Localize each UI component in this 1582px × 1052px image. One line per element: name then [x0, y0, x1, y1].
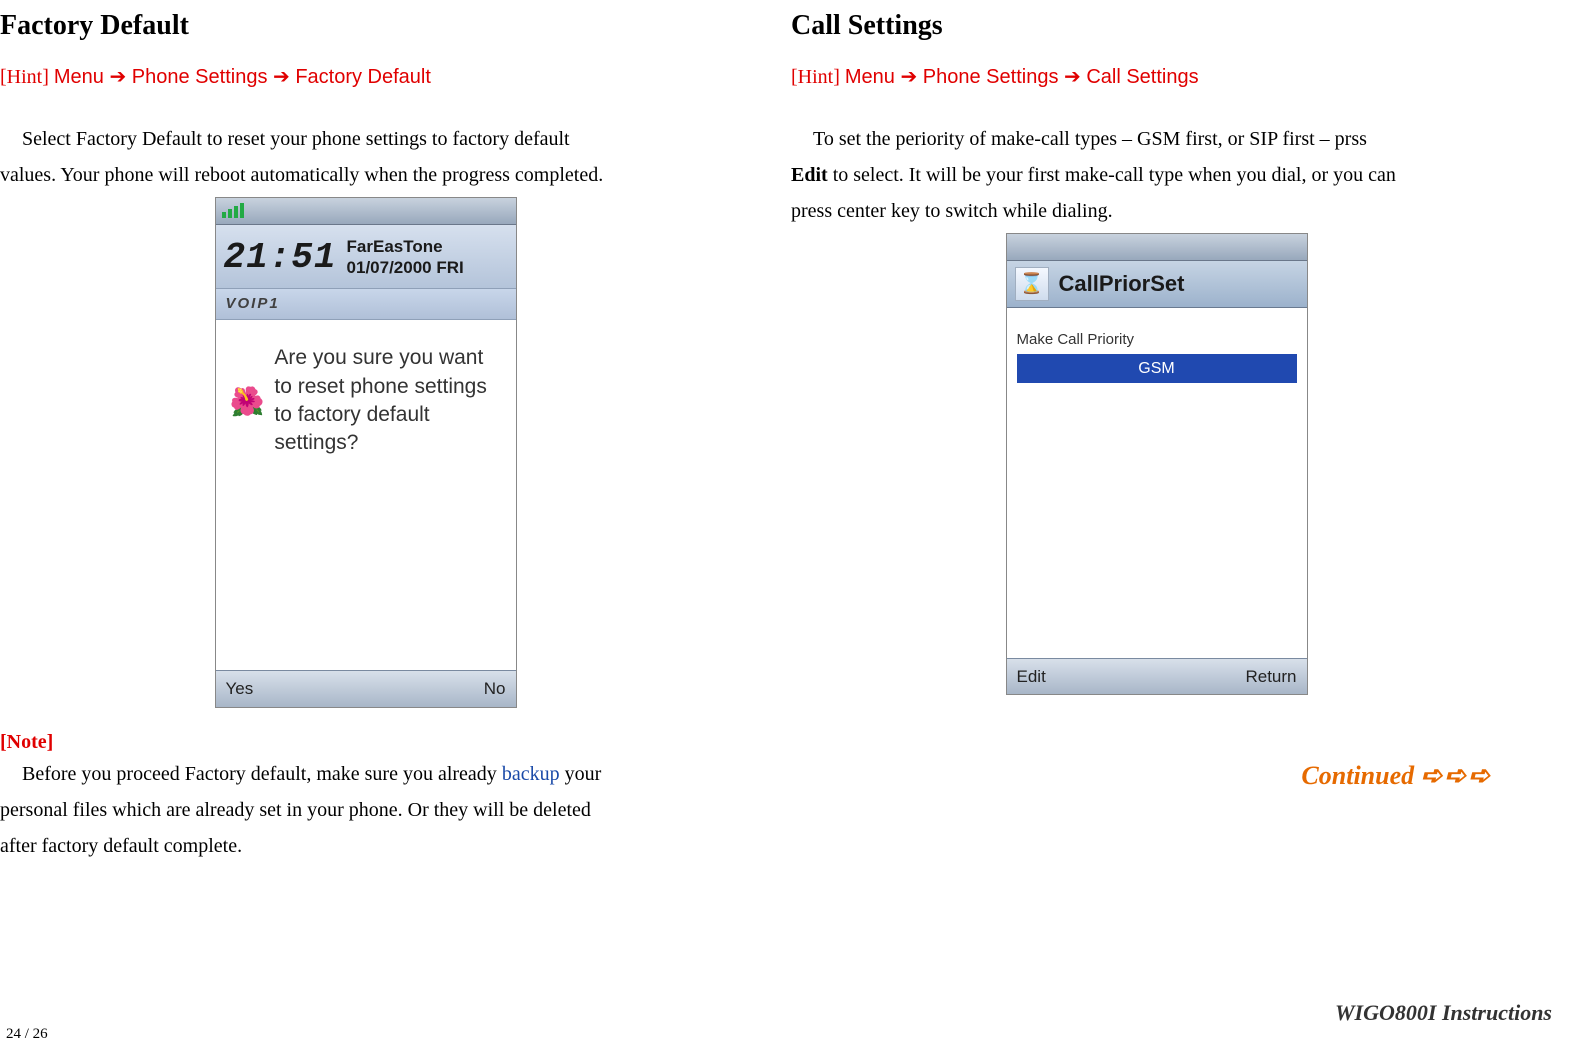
doc-title-footer: WIGO800I Instructions [1335, 995, 1552, 1030]
signal-icon [222, 203, 244, 218]
para1b-rest: to select. It will be your first make-ca… [828, 164, 1396, 186]
hourglass-icon: ⌛ [1015, 267, 1049, 301]
para-right-1b: Edit to select. It will be your first ma… [791, 159, 1522, 191]
continued-text: Continued [1301, 761, 1414, 790]
hint-prefix: [Hint] [0, 66, 54, 88]
clock-time: 21:51 [224, 229, 337, 287]
titlebar: ⌛ CallPriorSet [1007, 261, 1307, 308]
flower-icon: 🌺 [230, 380, 265, 425]
note-line3: after factory default complete. [0, 830, 731, 862]
page-number: 24 / 26 [6, 1022, 48, 1046]
para-left-1a: Select Factory Default to reset your pho… [0, 123, 731, 155]
voip-indicator: VOIP1 [216, 288, 516, 320]
confirm-prompt-text: Are you sure you want to reset phone set… [274, 344, 501, 457]
statusbar-2 [1007, 234, 1307, 261]
softkey-no[interactable]: No [484, 675, 506, 702]
continued-marker: Continued ➪➪➪ [791, 755, 1522, 797]
phone-screenshot-factory: 21:51 FarEasTone 01/07/2000 FRI VOIP1 🌺 … [215, 197, 517, 708]
softkey-return[interactable]: Return [1245, 663, 1296, 690]
phone-screenshot-callpriorset: ⌛ CallPriorSet Make Call Priority GSM Ed… [1006, 233, 1308, 695]
note-line1: Before you proceed Factory default, make… [0, 758, 731, 790]
para-right-1a: To set the periority of make-call types … [791, 123, 1522, 155]
para-left-1b: values. Your phone will reboot automatic… [0, 159, 731, 191]
call-priority-value[interactable]: GSM [1017, 354, 1297, 384]
hint-path-text-r: Menu ➔ Phone Settings ➔ Call Settings [845, 66, 1199, 88]
statusbar [216, 198, 516, 225]
carrier-name: FarEasTone [347, 237, 464, 257]
note1b: your [560, 763, 602, 785]
softkey-edit[interactable]: Edit [1017, 663, 1046, 690]
note-label: [Note] [0, 726, 731, 758]
backup-word: backup [502, 763, 560, 785]
hint-path-text: Menu ➔ Phone Settings ➔ Factory Default [54, 66, 431, 88]
edit-bold: Edit [791, 164, 828, 186]
softkey-yes[interactable]: Yes [226, 675, 254, 702]
hint-path-left: [Hint] Menu ➔ Phone Settings ➔ Factory D… [0, 61, 731, 93]
note1a: Before you proceed Factory default, make… [22, 763, 502, 785]
clock-date: 01/07/2000 FRI [347, 258, 464, 278]
note-line2: personal files which are already set in … [0, 794, 731, 826]
continued-arrows-icon: ➪➪➪ [1421, 761, 1492, 790]
heading-call-settings: Call Settings [791, 4, 1522, 49]
hint-prefix-r: [Hint] [791, 66, 845, 88]
clock-block: 21:51 FarEasTone 01/07/2000 FRI [216, 225, 516, 289]
hint-path-right: [Hint] Menu ➔ Phone Settings ➔ Call Sett… [791, 61, 1522, 93]
field-label-make-call-priority: Make Call Priority [1007, 308, 1307, 354]
heading-factory-default: Factory Default [0, 4, 731, 49]
para-right-1c: press center key to switch while dialing… [791, 195, 1522, 227]
screen-title: CallPriorSet [1059, 266, 1185, 301]
